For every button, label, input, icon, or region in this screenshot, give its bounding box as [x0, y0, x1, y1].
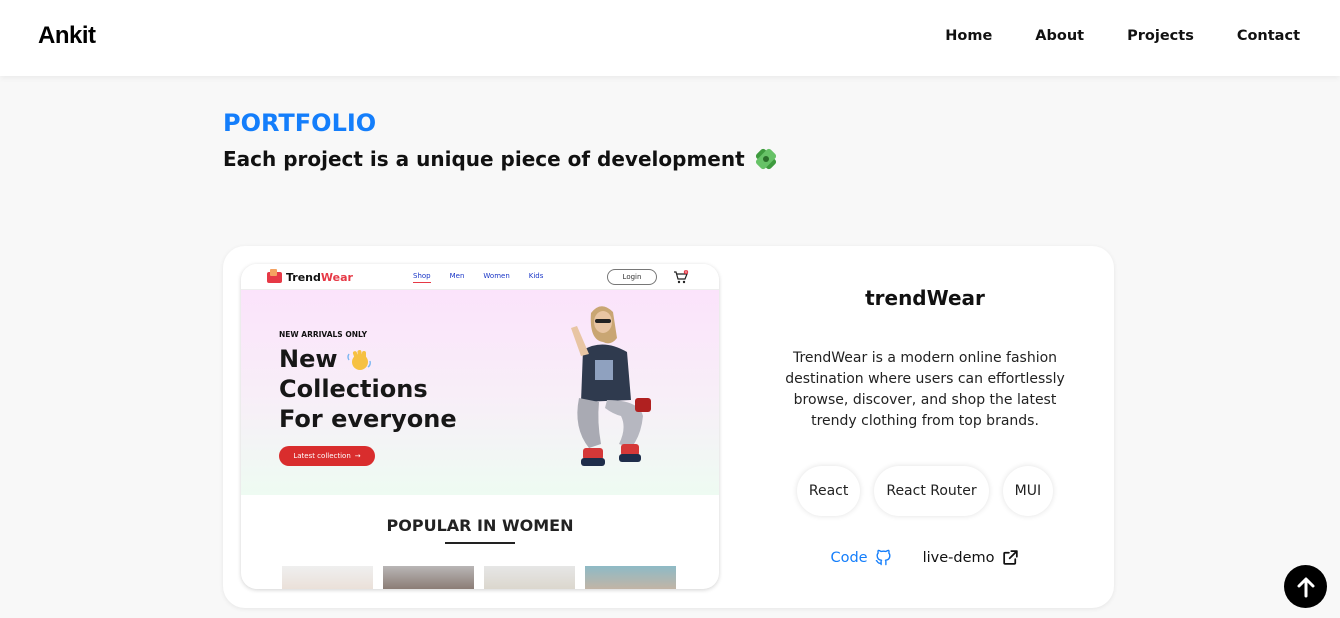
github-icon	[875, 549, 891, 566]
tag-mui: MUI	[1002, 466, 1054, 516]
preview-latest-collection-button: Latest collection →	[279, 446, 375, 466]
tech-stack-tags: React React Router MUI	[757, 466, 1093, 516]
preview-logo: TrendWear	[267, 269, 353, 284]
preview-logo-suffix: Wear	[320, 271, 353, 284]
project-info: trendWear TrendWear is a modern online f…	[757, 246, 1093, 608]
project-title: trendWear	[865, 286, 985, 310]
preview-product-thumb	[282, 566, 373, 589]
nav-projects-link[interactable]: Projects	[1127, 28, 1194, 44]
preview-product-thumbnails	[282, 566, 676, 589]
preview-nav-kids: Kids	[528, 272, 544, 280]
puzzle-icon	[755, 148, 776, 170]
external-link-icon	[1002, 550, 1018, 565]
wave-hand-icon	[347, 350, 371, 370]
section-label: PORTFOLIO	[223, 109, 377, 137]
fashion-model-image	[571, 306, 651, 466]
site-logo[interactable]: Ankit	[38, 22, 96, 50]
preview-nav-links: Shop Men Women Kids	[413, 272, 543, 283]
live-demo-link[interactable]: live-demo	[923, 548, 1020, 567]
nav-home-link[interactable]: Home	[945, 28, 992, 44]
preview-tagline: NEW ARRIVALS ONLY	[279, 330, 368, 339]
preview-navbar: TrendWear Shop Men Women Kids Login 0	[241, 264, 719, 290]
cart-count: 0	[685, 270, 687, 274]
preview-headline-line2: Collections	[279, 375, 428, 403]
preview-bag-icon	[267, 269, 282, 283]
cart-icon: 0	[674, 270, 689, 284]
project-description: TrendWear is a modern online fashion des…	[785, 350, 1065, 429]
preview-product-thumb	[585, 566, 676, 589]
preview-headline: New Collections For everyone	[279, 344, 519, 434]
scroll-to-top-button[interactable]	[1284, 565, 1327, 608]
preview-section-underline	[445, 542, 515, 544]
tag-react-router: React Router	[874, 466, 989, 516]
tag-react: React	[796, 466, 861, 516]
preview-section-title: POPULAR IN WOMEN	[386, 516, 574, 535]
preview-headline-line1: New	[279, 345, 338, 373]
project-links: Code live-demo	[757, 548, 1093, 567]
preview-logo-prefix: Trend	[286, 271, 321, 284]
arrow-right-icon: →	[354, 452, 361, 460]
preview-product-thumb	[383, 566, 474, 589]
preview-nav-women: Women	[483, 272, 510, 280]
main-nav: Home About Projects Contact	[945, 28, 1300, 44]
code-link-label: Code	[830, 549, 868, 566]
preview-hero: NEW ARRIVALS ONLY New Collections For ev…	[241, 290, 719, 495]
code-link[interactable]: Code	[830, 548, 892, 567]
preview-nav-shop: Shop	[413, 272, 431, 283]
nav-about-link[interactable]: About	[1035, 28, 1084, 44]
project-card: TrendWear Shop Men Women Kids Login 0 NE…	[223, 246, 1114, 608]
preview-product-thumb	[484, 566, 575, 589]
project-screenshot: TrendWear Shop Men Women Kids Login 0 NE…	[241, 264, 719, 589]
arrow-up-icon	[1297, 577, 1314, 597]
nav-contact-link[interactable]: Contact	[1237, 28, 1300, 44]
live-demo-link-label: live-demo	[922, 549, 995, 566]
section-title: Each project is a unique piece of develo…	[223, 146, 779, 172]
preview-button-label: Latest collection	[293, 452, 351, 460]
section-title-text: Each project is a unique piece of develo…	[223, 147, 745, 171]
preview-headline-line3: For everyone	[279, 405, 457, 433]
preview-login-button: Login	[607, 269, 657, 285]
preview-nav-men: Men	[449, 272, 465, 280]
top-navigation: Ankit Home About Projects Contact	[0, 0, 1340, 76]
